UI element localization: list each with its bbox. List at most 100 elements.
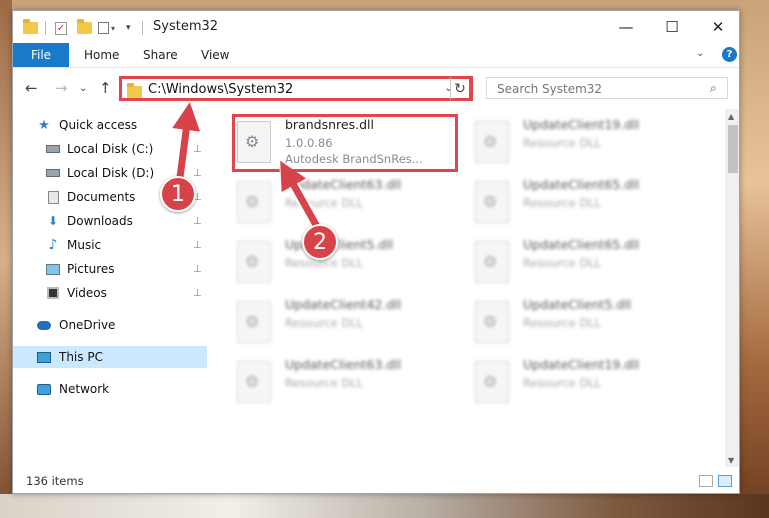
file-type: Resource DLL xyxy=(523,256,602,270)
file-tile[interactable]: UpdateClient42.dll Resource DLL xyxy=(237,297,461,351)
file-tile[interactable]: UpdateClient65.dll Resource DLL xyxy=(475,237,699,291)
file-type: Resource DLL xyxy=(523,316,602,330)
dll-file-icon xyxy=(237,361,271,403)
dll-file-icon xyxy=(475,181,509,223)
sidebar-item-local-disk-c[interactable]: Local Disk (C:) ⊥ xyxy=(13,138,209,160)
tab-home[interactable]: Home xyxy=(84,43,119,67)
properties-check-icon[interactable]: ✓ xyxy=(55,20,67,36)
minimize-button[interactable]: — xyxy=(603,11,649,43)
file-explorer-window: ✓ ▾ ▾ System32 — ☐ ✕ File Home Share Vie… xyxy=(12,10,740,494)
file-tile[interactable]: UpdateClient65.dll Resource DLL xyxy=(475,177,699,231)
sidebar-item-label: Music xyxy=(67,238,102,252)
search-icon[interactable]: ⌕ xyxy=(710,81,717,96)
large-icons-view-icon[interactable] xyxy=(718,475,732,487)
file-tile[interactable]: UpdateClient5.dll Resource DLL xyxy=(237,237,461,291)
disk-icon xyxy=(46,167,60,179)
ribbon-tabs: File Home Share View ⌄ ? xyxy=(13,43,739,68)
documents-icon xyxy=(46,190,60,204)
scroll-down-arrow-icon[interactable]: ▼ xyxy=(728,456,734,465)
videos-icon xyxy=(46,287,60,299)
pin-icon[interactable]: ⊥ xyxy=(193,216,202,227)
dll-file-icon xyxy=(475,241,509,283)
dll-file-icon xyxy=(237,301,271,343)
details-view-icon[interactable] xyxy=(699,475,713,487)
pc-icon xyxy=(37,351,51,363)
expand-ribbon-chevron-icon[interactable]: ⌄ xyxy=(696,48,704,59)
dll-file-icon xyxy=(475,301,509,343)
sidebar-item-label: Network xyxy=(59,382,110,396)
step-2-badge: 2 xyxy=(302,224,338,260)
sidebar-item-quick-access[interactable]: ★ Quick access xyxy=(13,114,209,136)
tab-file[interactable]: File xyxy=(13,43,69,67)
sidebar-item-label: Pictures xyxy=(67,262,115,276)
file-name: UpdateClient19.dll xyxy=(523,117,640,132)
file-name: UpdateClient63.dll xyxy=(285,177,402,192)
file-type: Resource DLL xyxy=(523,376,602,390)
sidebar-item-network[interactable]: Network xyxy=(13,378,209,400)
pictures-icon xyxy=(46,263,60,275)
selected-file-highlight xyxy=(232,114,458,172)
tab-view[interactable]: View xyxy=(201,43,229,67)
file-tile[interactable]: UpdateClient63.dll Resource DLL xyxy=(237,357,461,411)
up-button[interactable]: ↑ xyxy=(99,79,112,97)
pin-icon[interactable]: ⊥ xyxy=(193,144,202,155)
sidebar-item-pictures[interactable]: Pictures ⊥ xyxy=(13,258,209,280)
pin-icon[interactable]: ⊥ xyxy=(193,264,202,275)
new-folder-icon[interactable] xyxy=(77,19,92,36)
file-tile[interactable]: UpdateClient19.dll Resource DLL xyxy=(475,357,699,411)
quick-access-customize-icon[interactable]: ▾ xyxy=(98,20,115,36)
dll-file-icon xyxy=(237,241,271,283)
file-type: Resource DLL xyxy=(523,196,602,210)
file-name: UpdateClient19.dll xyxy=(523,357,640,372)
pin-icon[interactable]: ⊥ xyxy=(193,168,202,179)
pin-icon[interactable]: ⊥ xyxy=(193,240,202,251)
sidebar-item-downloads[interactable]: ⬇ Downloads ⊥ xyxy=(13,210,209,232)
address-bar[interactable]: C:\Windows\System32 ⌄ xyxy=(119,76,473,101)
step-1-badge: 1 xyxy=(160,176,196,212)
sidebar-item-this-pc[interactable]: This PC xyxy=(13,346,207,368)
search-box[interactable]: ⌕ xyxy=(486,77,728,99)
sidebar-item-music[interactable]: ♪ Music ⊥ xyxy=(13,234,209,256)
window-folder-icon xyxy=(23,19,38,36)
help-icon[interactable]: ? xyxy=(722,47,737,62)
address-path[interactable]: C:\Windows\System32 xyxy=(148,82,293,97)
forward-button[interactable]: → xyxy=(55,79,68,97)
scroll-up-arrow-icon[interactable]: ▲ xyxy=(728,112,734,121)
sidebar-item-label: This PC xyxy=(59,350,103,364)
navigation-pane: ★ Quick access Local Disk (C:) ⊥ Local D… xyxy=(13,109,209,469)
sidebar-item-label: Quick access xyxy=(59,118,138,132)
sidebar-item-label: Local Disk (C:) xyxy=(67,142,154,156)
file-type: Resource DLL xyxy=(523,136,602,150)
recent-locations-dropdown-icon[interactable]: ⌄ xyxy=(79,83,87,94)
tab-share[interactable]: Share xyxy=(143,43,178,67)
title-bar: ✓ ▾ ▾ System32 — ☐ ✕ xyxy=(13,11,739,43)
title-separator xyxy=(142,20,143,36)
file-tile[interactable]: UpdateClient63.dll Resource DLL xyxy=(237,177,461,231)
refresh-button[interactable]: ↻ xyxy=(450,76,472,101)
file-name: UpdateClient65.dll xyxy=(523,237,640,252)
back-button[interactable]: ← xyxy=(25,79,38,97)
search-input[interactable] xyxy=(495,80,699,98)
vertical-scrollbar[interactable]: ▲ ▼ xyxy=(725,109,739,467)
item-count: 136 items xyxy=(26,474,84,488)
pin-icon[interactable]: ⊥ xyxy=(193,288,202,299)
close-button[interactable]: ✕ xyxy=(695,11,739,43)
qa-dropdown-icon[interactable]: ▾ xyxy=(126,20,131,36)
sidebar-item-label: Documents xyxy=(67,190,136,204)
maximize-button[interactable]: ☐ xyxy=(649,11,695,43)
scrollbar-thumb[interactable] xyxy=(728,125,738,173)
sidebar-item-label: Videos xyxy=(67,286,107,300)
sidebar-item-label: OneDrive xyxy=(59,318,116,332)
address-folder-icon xyxy=(127,83,142,98)
downloads-icon: ⬇ xyxy=(47,214,59,228)
file-tile[interactable]: UpdateClient5.dll Resource DLL xyxy=(475,297,699,351)
sidebar-item-videos[interactable]: Videos ⊥ xyxy=(13,282,209,304)
sidebar-item-label: Local Disk (D:) xyxy=(67,166,155,180)
window-title: System32 xyxy=(153,19,219,34)
sidebar-item-onedrive[interactable]: OneDrive xyxy=(13,314,209,336)
file-type: Resource DLL xyxy=(285,376,364,390)
network-icon xyxy=(37,383,51,395)
desktop-background-bottom xyxy=(0,494,769,518)
music-icon: ♪ xyxy=(48,237,58,253)
file-tile[interactable]: UpdateClient19.dll Resource DLL xyxy=(475,117,699,171)
